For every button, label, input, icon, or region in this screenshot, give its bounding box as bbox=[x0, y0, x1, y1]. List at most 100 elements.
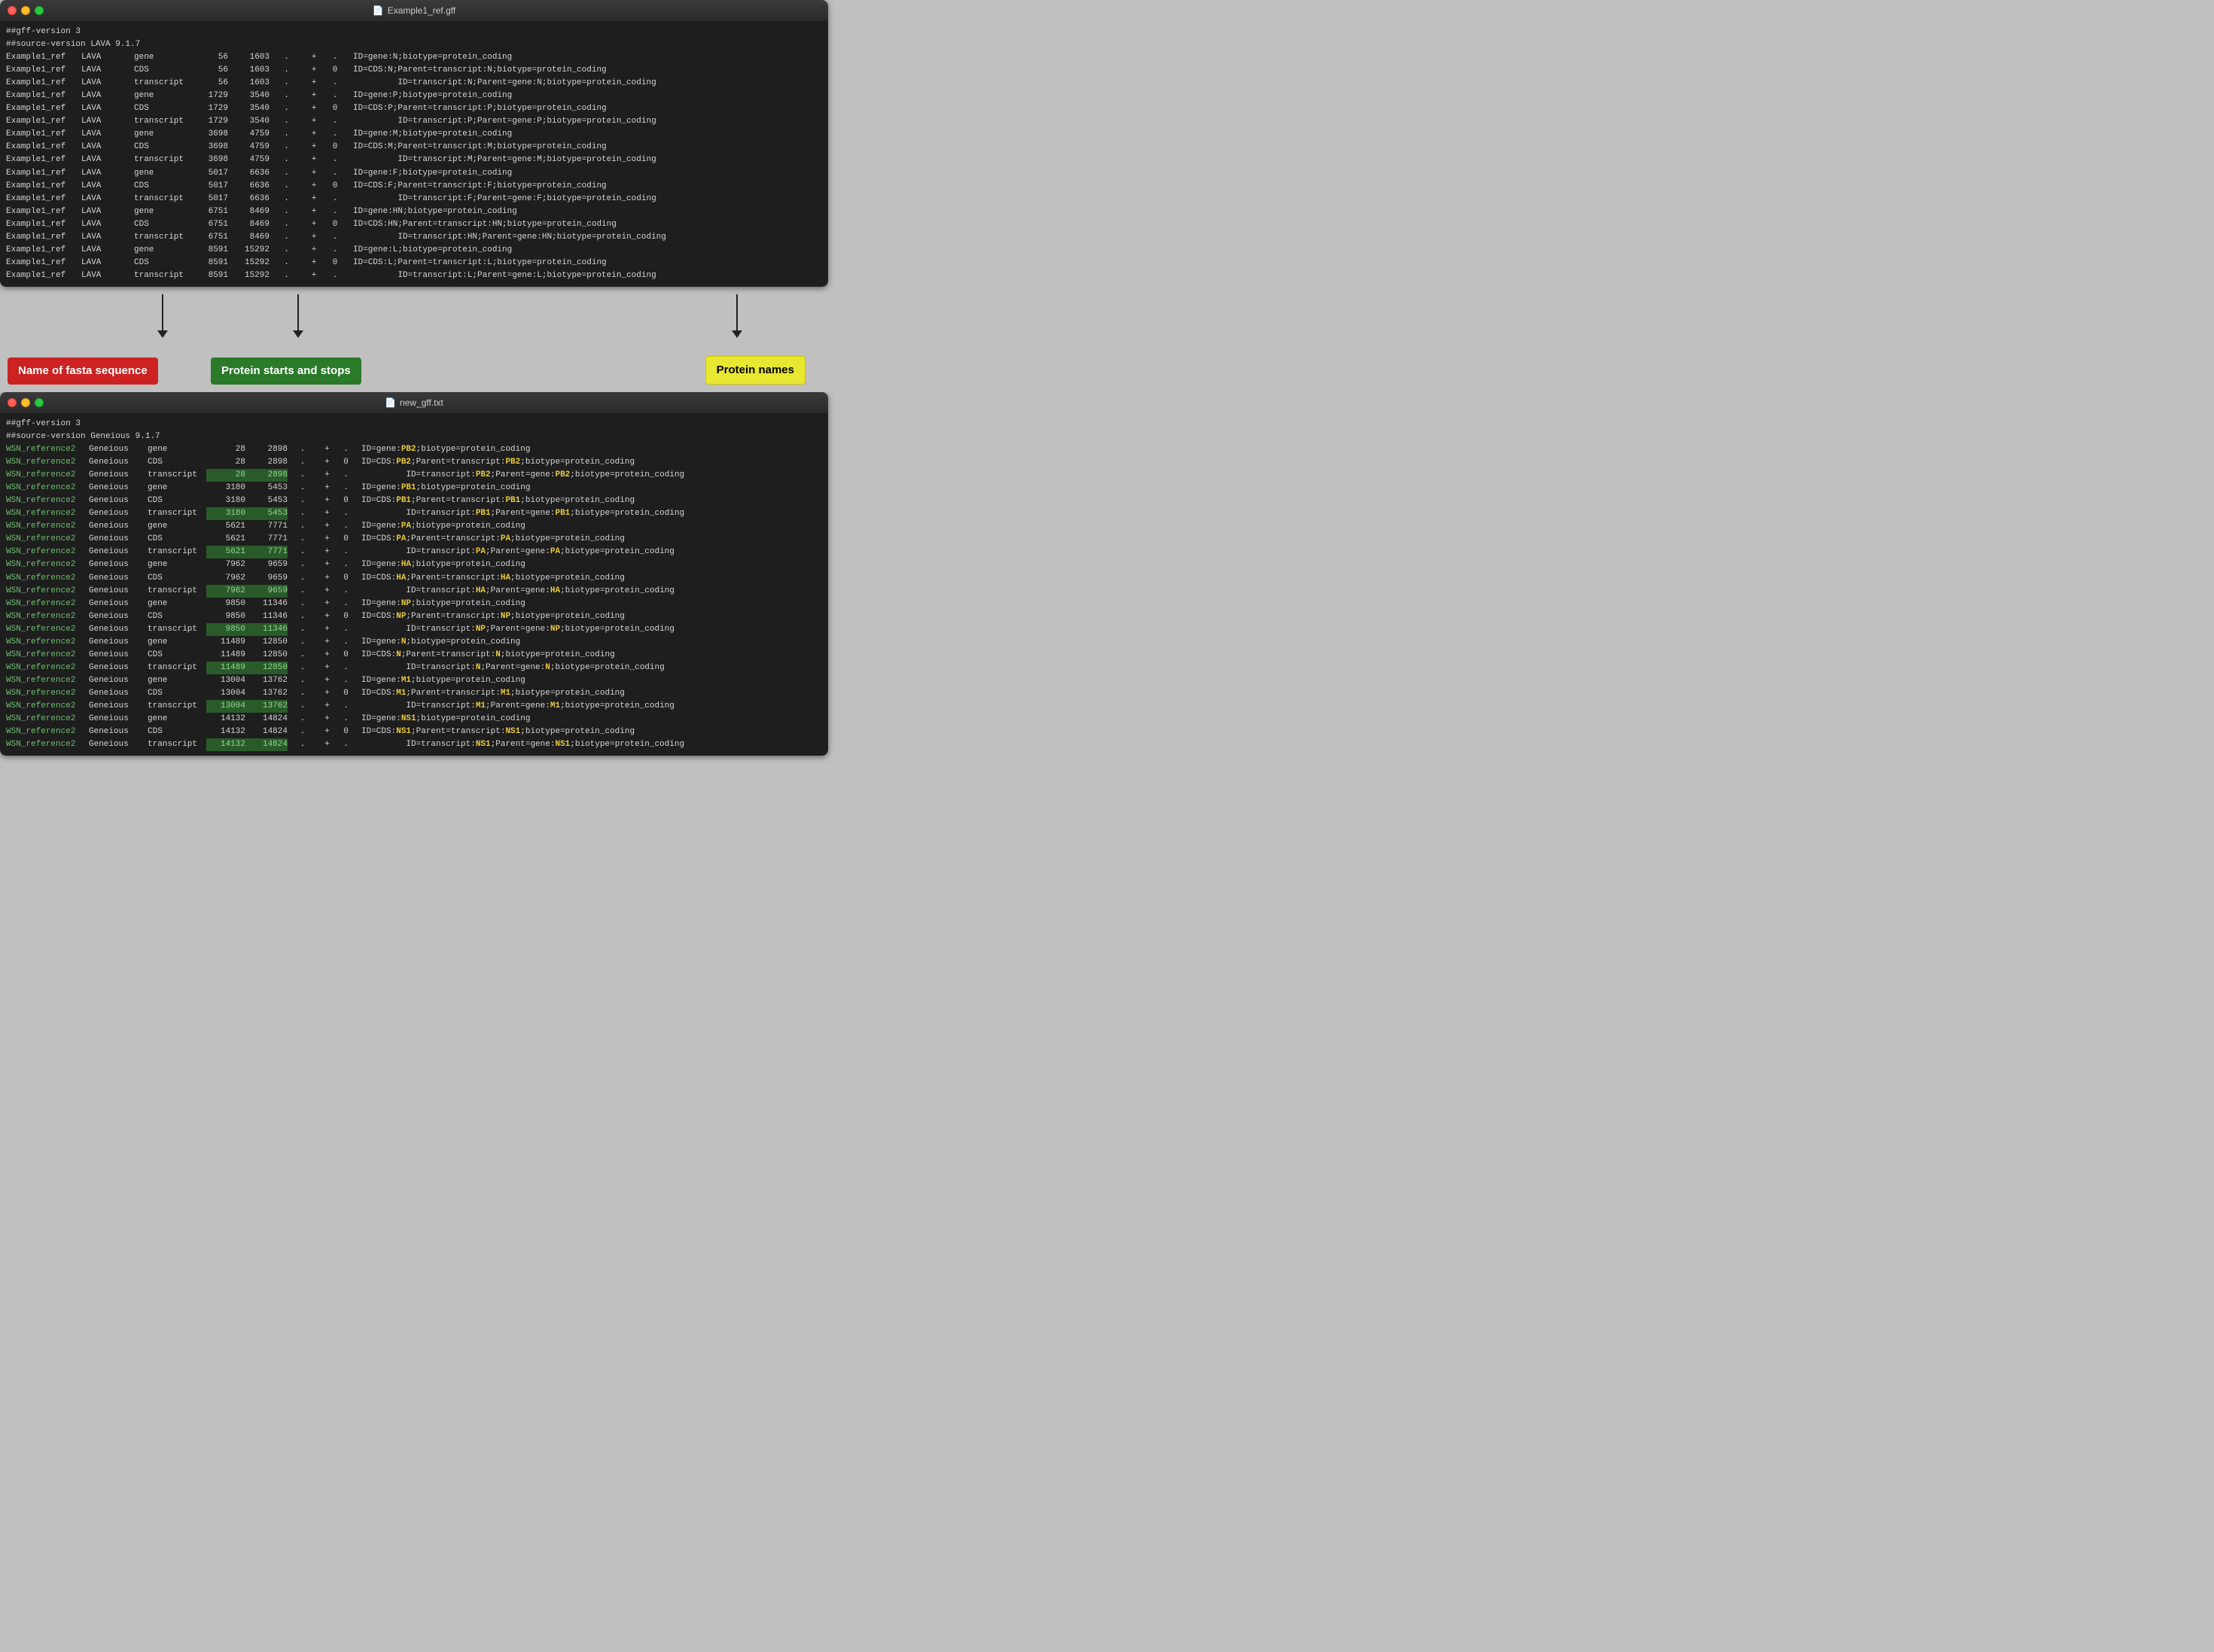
col-type: gene bbox=[148, 598, 206, 610]
table-row: WSN_reference2Geneioustranscript282898.+… bbox=[6, 469, 822, 482]
col-seq: Example1_ref bbox=[6, 180, 81, 193]
col-dot: . bbox=[288, 674, 318, 687]
col-source: Geneious bbox=[89, 649, 148, 662]
col-type: transcript bbox=[148, 546, 206, 558]
col-seq: Example1_ref bbox=[6, 244, 81, 257]
col-strand: + bbox=[318, 636, 337, 649]
col-attrs: ID=CDS:P;Parent=transcript:P;biotype=pro… bbox=[346, 102, 607, 115]
col-dot: . bbox=[270, 77, 303, 90]
col-phase: . bbox=[324, 244, 346, 257]
col-start: 8591 bbox=[190, 244, 228, 257]
col-start: 56 bbox=[190, 77, 228, 90]
col-dot: . bbox=[288, 726, 318, 738]
col-type: transcript bbox=[134, 193, 190, 205]
table-row: Example1_refLAVACDS859115292.+0ID=CDS:L;… bbox=[6, 257, 822, 269]
col-strand: + bbox=[303, 218, 324, 231]
col-dot: . bbox=[270, 167, 303, 180]
col-start: 56 bbox=[190, 64, 228, 77]
col-type: CDS bbox=[134, 218, 190, 231]
table-row: Example1_refLAVAgene50176636.+.ID=gene:F… bbox=[6, 167, 822, 180]
col-dot: . bbox=[288, 623, 318, 636]
col-source: Geneious bbox=[89, 572, 148, 585]
traffic-lights-1[interactable] bbox=[8, 6, 44, 15]
col-dot: . bbox=[270, 244, 303, 257]
col-attrs: ID=CDS:NP;Parent=transcript:NP;biotype=p… bbox=[355, 610, 625, 623]
col-dot: . bbox=[270, 51, 303, 64]
col-attrs: ID=CDS:L;Parent=transcript:L;biotype=pro… bbox=[346, 257, 607, 269]
col-type: gene bbox=[134, 167, 190, 180]
col-seq: WSN_reference2 bbox=[6, 443, 89, 456]
close-button-1[interactable] bbox=[8, 6, 17, 15]
col-source: Geneious bbox=[89, 738, 148, 751]
maximize-button-2[interactable] bbox=[35, 398, 44, 407]
col-dot: . bbox=[270, 128, 303, 141]
col-phase: . bbox=[324, 77, 346, 90]
col-phase: . bbox=[337, 662, 355, 674]
table-row: Example1_refLAVAtranscript17293540.+. ID… bbox=[6, 115, 822, 128]
col-seq: Example1_ref bbox=[6, 205, 81, 218]
minimize-button-1[interactable] bbox=[21, 6, 30, 15]
table-row: Example1_refLAVAgene67518469.+.ID=gene:H… bbox=[6, 205, 822, 218]
col-dot: . bbox=[270, 218, 303, 231]
col-end: 7771 bbox=[245, 520, 288, 533]
col-attrs: ID=gene:PA;biotype=protein_coding bbox=[355, 520, 525, 533]
col-end: 12850 bbox=[245, 662, 288, 674]
col-source: LAVA bbox=[81, 154, 134, 166]
col-end: 4759 bbox=[228, 141, 270, 154]
col-source: Geneious bbox=[89, 482, 148, 494]
col-end: 8469 bbox=[228, 218, 270, 231]
col-phase: 0 bbox=[324, 218, 346, 231]
col-attrs: ID=CDS:N;Parent=transcript:N;biotype=pro… bbox=[346, 64, 607, 77]
col-source: Geneious bbox=[89, 636, 148, 649]
minimize-button-2[interactable] bbox=[21, 398, 30, 407]
col-phase: 0 bbox=[337, 687, 355, 700]
col-dot: . bbox=[288, 585, 318, 598]
col-source: LAVA bbox=[81, 102, 134, 115]
col-attrs: ID=gene:P;biotype=protein_coding bbox=[346, 90, 512, 102]
col-seq: WSN_reference2 bbox=[6, 738, 89, 751]
col-strand: + bbox=[303, 102, 324, 115]
col-attrs: ID=CDS:M1;Parent=transcript:M1;biotype=p… bbox=[355, 687, 625, 700]
col-seq: Example1_ref bbox=[6, 115, 81, 128]
col-type: transcript bbox=[148, 507, 206, 520]
col-type: CDS bbox=[148, 649, 206, 662]
col-end: 9659 bbox=[245, 585, 288, 598]
col-strand: + bbox=[303, 51, 324, 64]
table-row: WSN_reference2Geneiousgene79629659.+.ID=… bbox=[6, 558, 822, 571]
gff-rows-1: Example1_refLAVAgene561603.+.ID=gene:N;b… bbox=[6, 51, 822, 282]
col-dot: . bbox=[288, 482, 318, 494]
col-end: 2898 bbox=[245, 443, 288, 456]
col-type: CDS bbox=[148, 494, 206, 507]
col-source: Geneious bbox=[89, 546, 148, 558]
col-end: 11346 bbox=[245, 598, 288, 610]
col-strand: + bbox=[318, 443, 337, 456]
col-start: 3180 bbox=[206, 482, 245, 494]
col-end: 8469 bbox=[228, 205, 270, 218]
col-seq: WSN_reference2 bbox=[6, 662, 89, 674]
col-end: 15292 bbox=[228, 269, 270, 282]
maximize-button-1[interactable] bbox=[35, 6, 44, 15]
annotation-section: Name of fasta sequence Protein starts an… bbox=[0, 294, 828, 392]
col-type: gene bbox=[148, 443, 206, 456]
table-row: WSN_reference2Geneioustranscript79629659… bbox=[6, 585, 822, 598]
col-phase: . bbox=[324, 90, 346, 102]
col-dot: . bbox=[270, 64, 303, 77]
col-source: Geneious bbox=[89, 610, 148, 623]
col-type: gene bbox=[148, 482, 206, 494]
col-phase: . bbox=[324, 128, 346, 141]
col-end: 3540 bbox=[228, 102, 270, 115]
col-seq: WSN_reference2 bbox=[6, 494, 89, 507]
col-start: 9850 bbox=[206, 598, 245, 610]
close-button-2[interactable] bbox=[8, 398, 17, 407]
col-attrs: ID=transcript:PB1;Parent=gene:PB1;biotyp… bbox=[355, 507, 684, 520]
traffic-lights-2[interactable] bbox=[8, 398, 44, 407]
col-type: transcript bbox=[134, 115, 190, 128]
col-type: gene bbox=[148, 713, 206, 726]
col-end: 5453 bbox=[245, 507, 288, 520]
table-row: WSN_reference2Geneiousgene56217771.+.ID=… bbox=[6, 520, 822, 533]
col-start: 13004 bbox=[206, 700, 245, 713]
col-end: 7771 bbox=[245, 533, 288, 546]
table-row: WSN_reference2GeneiousCDS985011346.+0ID=… bbox=[6, 610, 822, 623]
col-start: 5621 bbox=[206, 546, 245, 558]
col-dot: . bbox=[270, 269, 303, 282]
